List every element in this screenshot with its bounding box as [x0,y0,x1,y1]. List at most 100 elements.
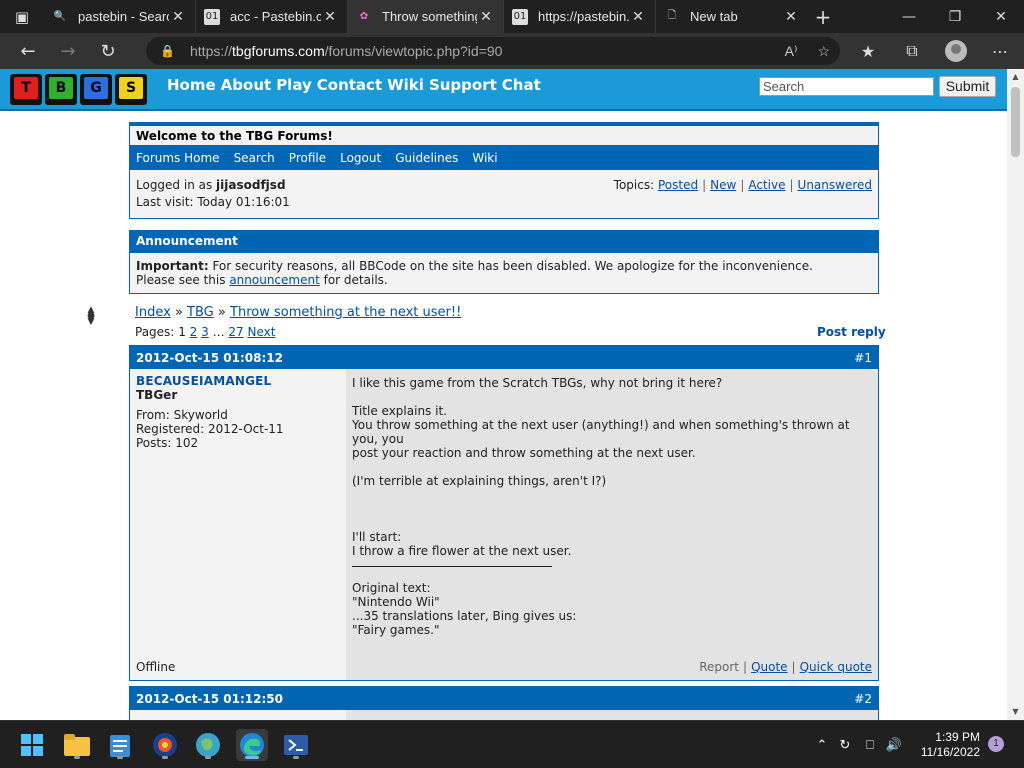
post-number[interactable]: #1 [854,351,872,365]
restore-icon[interactable]: ❐ [932,0,978,33]
app-icon[interactable] [149,729,181,761]
breadcrumb-tbg[interactable]: TBG [187,305,214,320]
announcement-box: Announcement Important: For security rea… [129,230,879,294]
page-link-last[interactable]: 27 [228,325,243,339]
tbgs-logo[interactable]: T B G S [10,74,147,105]
nav-home[interactable]: Home [167,76,216,94]
menu-profile[interactable]: Profile [289,151,326,165]
page-next-link[interactable]: Next [248,325,276,339]
back-arrow-icon[interactable]: ← [8,33,48,69]
post-author[interactable]: BECAUSEIAMANGEL [136,374,340,388]
breadcrumb-topic[interactable]: Throw something at the next user!! [230,305,461,320]
url-prefix: https:// [190,43,233,59]
signature-line: "Fairy games." [352,623,440,637]
tab-title: New tab [690,9,738,24]
quote-link[interactable]: Quote [751,660,787,674]
close-tab-icon[interactable]: ✕ [782,9,800,25]
sync-icon[interactable]: ↻ [832,738,858,753]
address-bar[interactable]: 🔒 https://tbgforums.com/forums/viewtopic… [146,37,840,65]
tab-pastebin-search[interactable]: 🔍 pastebin - Search ✕ [44,0,196,33]
topics-posted-link[interactable]: Posted [658,178,698,192]
report-link[interactable]: Report [699,660,739,674]
notepad-icon[interactable] [104,729,136,761]
menu-guidelines[interactable]: Guidelines [395,151,458,165]
tab-acc-pastebin[interactable]: 01 acc - Pastebin.com ✕ [196,0,348,33]
page-link-3[interactable]: 3 [201,325,209,339]
taskbar-clock[interactable]: 1:39 PM 11/16/2022 [918,730,980,760]
user-status: Logged in as jijasodfjsd Last visit: Tod… [130,170,878,218]
post-reply-link[interactable]: Post reply [817,325,886,339]
scrollbar-thumb[interactable] [1011,87,1020,157]
post-line: You throw something at the next user (an… [352,418,850,446]
post-date[interactable]: 2012-Oct-15 01:12:50 [136,692,283,706]
close-tab-icon[interactable]: ✕ [321,9,339,25]
post-actions: Report | Quote | Quick quote [699,660,872,674]
site-search-submit-button[interactable]: Submit [939,76,996,97]
post-content: I like this game from the Scratch TBGs, … [346,369,878,680]
pages-label: Pages: [135,325,175,339]
collections-icon[interactable]: ⧉ [890,41,934,61]
tab-pastebin-url[interactable]: 01 https://pastebin.com ✕ [504,0,656,33]
address-toolbar: ← → ↻ 🔒 https://tbgforums.com/forums/vie… [0,33,1024,69]
announcement-link[interactable]: announcement [229,273,319,287]
signature-divider [352,566,552,567]
windows-start-icon[interactable] [16,729,48,761]
menu-search[interactable]: Search [234,151,275,165]
quick-quote-link[interactable]: Quick quote [800,660,872,674]
logged-in-label: Logged in as [136,178,217,192]
tab-new-tab[interactable]: 🗋 New tab ✕ [656,0,808,33]
post-author-posts: Posts: 102 [136,436,199,450]
network-icon[interactable]: ⎕ [858,738,882,753]
page-link-2[interactable]: 2 [190,325,198,339]
site-search-input[interactable]: Search [759,77,934,96]
more-menu-icon[interactable]: ⋯ [978,42,1022,61]
topics-active-link[interactable]: Active [748,178,785,192]
scroll-up-icon[interactable]: ▲ [1007,69,1024,85]
favorites-icon[interactable]: ★ [846,42,890,61]
close-tab-icon[interactable]: ✕ [169,9,187,25]
tab-actions-icon[interactable]: ▣ [0,0,44,33]
maps-icon[interactable] [192,729,224,761]
nav-support[interactable]: Support [429,76,497,94]
search-icon: 🔍 [53,11,67,22]
menu-wiki[interactable]: Wiki [472,151,497,165]
notification-badge[interactable]: 1 [988,736,1004,752]
powershell-icon[interactable] [280,729,312,761]
post-line: (I'm terrible at explaining things, aren… [352,474,607,488]
post-number[interactable]: #2 [854,692,872,706]
topics-unanswered-link[interactable]: Unanswered [798,178,872,192]
tab-title: pastebin - Search [78,9,169,24]
close-tab-icon[interactable]: ✕ [629,9,647,25]
nav-about[interactable]: About [221,76,272,94]
nav-wiki[interactable]: Wiki [387,76,424,94]
refresh-icon[interactable]: ↻ [88,33,128,69]
add-favorite-icon[interactable]: ☆ [817,43,830,60]
lock-icon[interactable]: 🔒 [160,44,175,58]
new-tab-plus-icon[interactable]: + [808,5,838,29]
tab-throw-something[interactable]: ✿ Throw something at the next user!! ✕ [348,0,504,33]
site-header: T B G S Home About Play Contact Wiki Sup… [0,69,1007,111]
minimize-icon[interactable]: — [886,0,932,33]
read-aloud-icon[interactable]: A⁾ [785,43,798,60]
close-tab-icon[interactable]: ✕ [477,9,495,25]
scroll-down-icon[interactable]: ▼ [1007,704,1024,720]
post-date[interactable]: 2012-Oct-15 01:08:12 [136,351,283,365]
nav-contact[interactable]: Contact [317,76,382,94]
menu-logout[interactable]: Logout [340,151,381,165]
profile-avatar-icon[interactable] [945,40,967,62]
show-hidden-icons-chevron-icon[interactable]: ⌃ [812,738,832,753]
volume-icon[interactable]: 🔊 [882,738,906,753]
menu-forums-home[interactable]: Forums Home [136,151,220,165]
file-explorer-icon[interactable] [61,729,93,761]
close-window-icon[interactable]: ✕ [978,0,1024,33]
welcome-box: Welcome to the TBG Forums! Forums Home S… [129,122,879,219]
page-scrollbar[interactable]: ▲ ▼ [1007,69,1024,720]
breadcrumb-index[interactable]: Index [135,305,171,320]
forward-arrow-icon[interactable]: → [48,33,88,69]
post-author-rank: TBGer [136,388,178,402]
post-line: post your reaction and throw something a… [352,446,696,460]
topics-new-link[interactable]: New [710,178,736,192]
edge-browser-icon[interactable] [236,729,268,761]
nav-play[interactable]: Play [276,76,312,94]
nav-chat[interactable]: Chat [502,76,541,94]
